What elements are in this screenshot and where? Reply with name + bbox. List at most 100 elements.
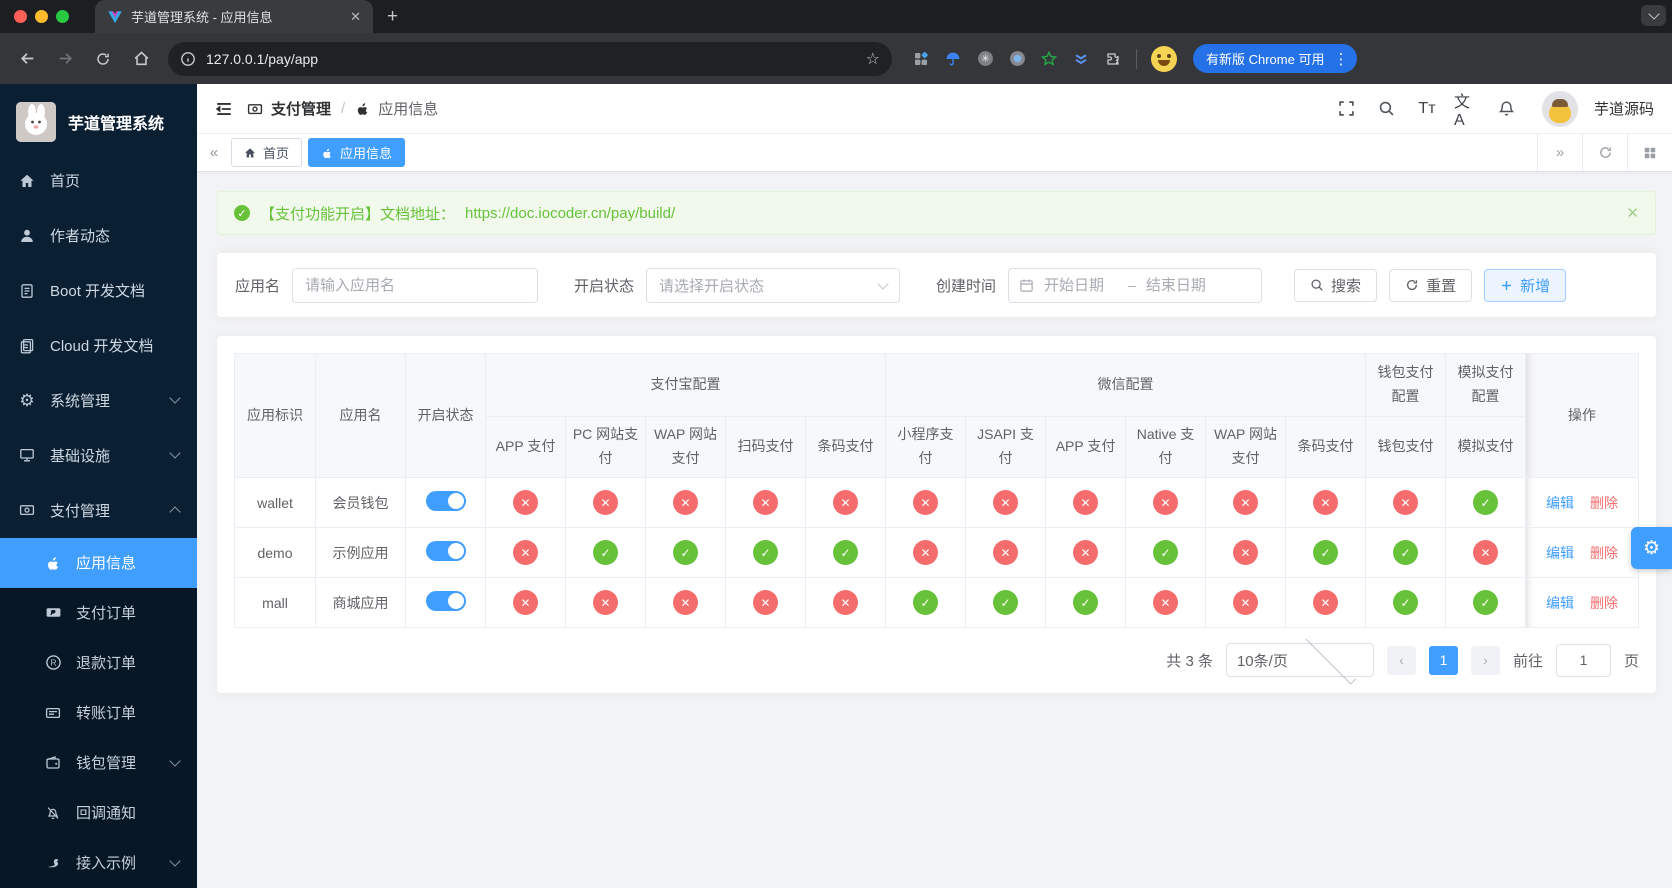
layout-grid-icon[interactable] — [1627, 134, 1672, 171]
col-group-wallet: 钱包支付配置 — [1365, 353, 1447, 417]
sidebar-item-home[interactable]: 首页 — [0, 153, 197, 208]
chevron-up-icon — [169, 506, 181, 519]
next-page-button[interactable]: › — [1470, 645, 1500, 675]
app-table: 应用标识 应用名 开启状态 支付宝配置 微信配置 钱包支付配置 模拟支付配置 操… — [234, 353, 1640, 628]
money-icon — [247, 101, 263, 117]
tab-strip-overflow-button[interactable] — [1641, 5, 1666, 26]
sidebar-item-boot-docs[interactable]: Boot 开发文档 — [0, 263, 197, 318]
collapse-menu-icon[interactable] — [215, 100, 233, 118]
col-app-name: 应用名 — [315, 353, 406, 478]
tags-scroll-right-icon[interactable]: » — [1537, 134, 1582, 171]
edit-link[interactable]: 编辑 — [1546, 545, 1574, 561]
sidebar-item-refund-orders[interactable]: R 退款订单 — [0, 638, 197, 688]
close-window-button[interactable] — [14, 10, 27, 23]
sidebar-item-app-info[interactable]: 应用信息 — [0, 537, 197, 588]
extension-circle-dot-icon[interactable] — [1008, 50, 1026, 68]
home-button[interactable] — [124, 42, 158, 76]
status-icon: ✕ — [833, 490, 859, 515]
minimize-window-button[interactable] — [35, 10, 48, 23]
tags-scroll-left-icon[interactable]: « — [197, 144, 231, 161]
prev-page-button[interactable]: ‹ — [1386, 645, 1416, 675]
tab-app-info[interactable]: 应用信息 — [308, 138, 406, 167]
theme-settings-button[interactable]: ⚙ — [1631, 527, 1672, 569]
date-range-picker[interactable]: – — [1008, 267, 1263, 303]
language-icon[interactable]: 文A — [1454, 94, 1480, 129]
site-info-icon[interactable] — [180, 51, 196, 67]
page-1-button[interactable]: 1 — [1428, 645, 1458, 675]
new-tab-button[interactable]: + — [373, 0, 412, 33]
sidebar-item-author[interactable]: 作者动态 — [0, 208, 197, 263]
sidebar-item-wallet[interactable]: 钱包管理 — [0, 738, 197, 788]
svg-text:✳: ✳ — [981, 53, 990, 65]
extension-chevrons-icon[interactable] — [1072, 50, 1090, 68]
start-date-input[interactable] — [1042, 275, 1121, 295]
cell-app-id: demo — [234, 527, 316, 578]
chrome-update-chip[interactable]: 有新版 Chrome 可用 ⋮ — [1193, 44, 1358, 73]
tab-close-icon[interactable]: ✕ — [346, 7, 365, 27]
logo-image — [16, 101, 56, 142]
forward-button[interactable] — [48, 42, 82, 76]
enable-toggle[interactable] — [425, 491, 466, 511]
col-group-mock: 模拟支付配置 — [1445, 353, 1527, 417]
reload-button[interactable] — [86, 42, 120, 76]
font-size-icon[interactable]: Tт — [1414, 96, 1440, 122]
profile-avatar[interactable] — [1151, 45, 1177, 72]
sidebar-item-callback[interactable]: 回调通知 — [0, 788, 197, 838]
extension-umbrella-icon[interactable] — [944, 50, 962, 68]
total-count: 共 3 条 — [1166, 652, 1213, 670]
sidebar-item-transfer-orders[interactable]: 转账订单 — [0, 688, 197, 738]
sidebar-item-infra[interactable]: 基础设施 — [0, 428, 197, 483]
extension-grid-icon[interactable] — [912, 50, 930, 68]
sidebar-item-cloud-docs[interactable]: Cloud 开发文档 — [0, 318, 197, 373]
edit-link[interactable]: 编辑 — [1546, 595, 1574, 611]
status-select[interactable]: 请选择开启状态 — [646, 267, 901, 303]
delete-link[interactable]: 删除 — [1590, 495, 1618, 511]
docs-link[interactable]: https://doc.iocoder.cn/pay/build/ — [465, 205, 675, 222]
user-avatar[interactable] — [1541, 90, 1578, 127]
maximize-window-button[interactable] — [56, 10, 69, 23]
extension-circle-asterisk-icon[interactable]: ✳ — [976, 50, 994, 68]
sidebar-item-system[interactable]: ⚙ 系统管理 — [0, 373, 197, 428]
card-icon — [44, 705, 62, 721]
bell-icon[interactable] — [1494, 96, 1520, 122]
address-bar[interactable]: 127.0.0.1/pay/app ☆ — [168, 41, 892, 76]
chevron-down-icon — [1647, 7, 1660, 20]
search-button[interactable]: 搜索 — [1294, 268, 1378, 302]
wallet-icon — [44, 755, 62, 771]
add-button[interactable]: 新增 — [1484, 268, 1567, 302]
close-icon[interactable]: ✕ — [1626, 204, 1639, 222]
status-icon: ✕ — [1313, 490, 1339, 515]
goto-page-input[interactable] — [1555, 643, 1611, 677]
reset-button[interactable]: 重置 — [1389, 268, 1473, 302]
cell-app-id: wallet — [234, 477, 316, 528]
app-name-input[interactable] — [292, 267, 539, 303]
search-icon[interactable] — [1374, 96, 1400, 122]
tab-home[interactable]: 首页 — [231, 138, 303, 167]
status-icon: ✕ — [513, 490, 538, 515]
bell-slash-icon — [44, 805, 62, 821]
enable-toggle[interactable] — [425, 591, 466, 611]
screen: 芋道管理系统 - 应用信息 ✕ + 127.0.0.1/pay/app ☆ ✳ … — [0, 0, 1672, 888]
delete-link[interactable]: 删除 — [1590, 545, 1618, 561]
sidebar-item-pay-orders[interactable]: 支付订单 — [0, 588, 197, 638]
breadcrumb-payment[interactable]: 支付管理 — [271, 98, 331, 119]
tags-bar: « 首页 应用信息 » — [197, 134, 1672, 172]
enable-toggle[interactable] — [425, 541, 466, 561]
sidebar-item-demo[interactable]: 接入示例 — [0, 838, 197, 888]
url-text[interactable]: 127.0.0.1/pay/app — [206, 51, 856, 67]
bookmark-star-icon[interactable]: ☆ — [866, 49, 880, 69]
browser-menu-icon[interactable]: ⋮ — [1330, 50, 1351, 68]
back-button[interactable] — [10, 42, 44, 76]
status-icon: ✕ — [1233, 490, 1259, 515]
delete-link[interactable]: 删除 — [1590, 595, 1618, 611]
end-date-input[interactable] — [1143, 275, 1222, 295]
sidebar-item-payment[interactable]: 支付管理 — [0, 483, 197, 538]
refresh-page-icon[interactable] — [1582, 134, 1627, 171]
edit-link[interactable]: 编辑 — [1546, 495, 1574, 511]
extensions-puzzle-icon[interactable] — [1104, 50, 1122, 68]
browser-tab[interactable]: 芋道管理系统 - 应用信息 ✕ — [95, 0, 373, 33]
fullscreen-icon[interactable] — [1334, 96, 1360, 122]
extension-star-icon[interactable] — [1040, 50, 1058, 68]
page-size-select[interactable]: 10条/页 — [1225, 633, 1374, 684]
sidebar: 芋道管理系统 首页 作者动态 Boot 开发文档 Cloud 开发文档 ⚙ 系统… — [0, 84, 197, 888]
